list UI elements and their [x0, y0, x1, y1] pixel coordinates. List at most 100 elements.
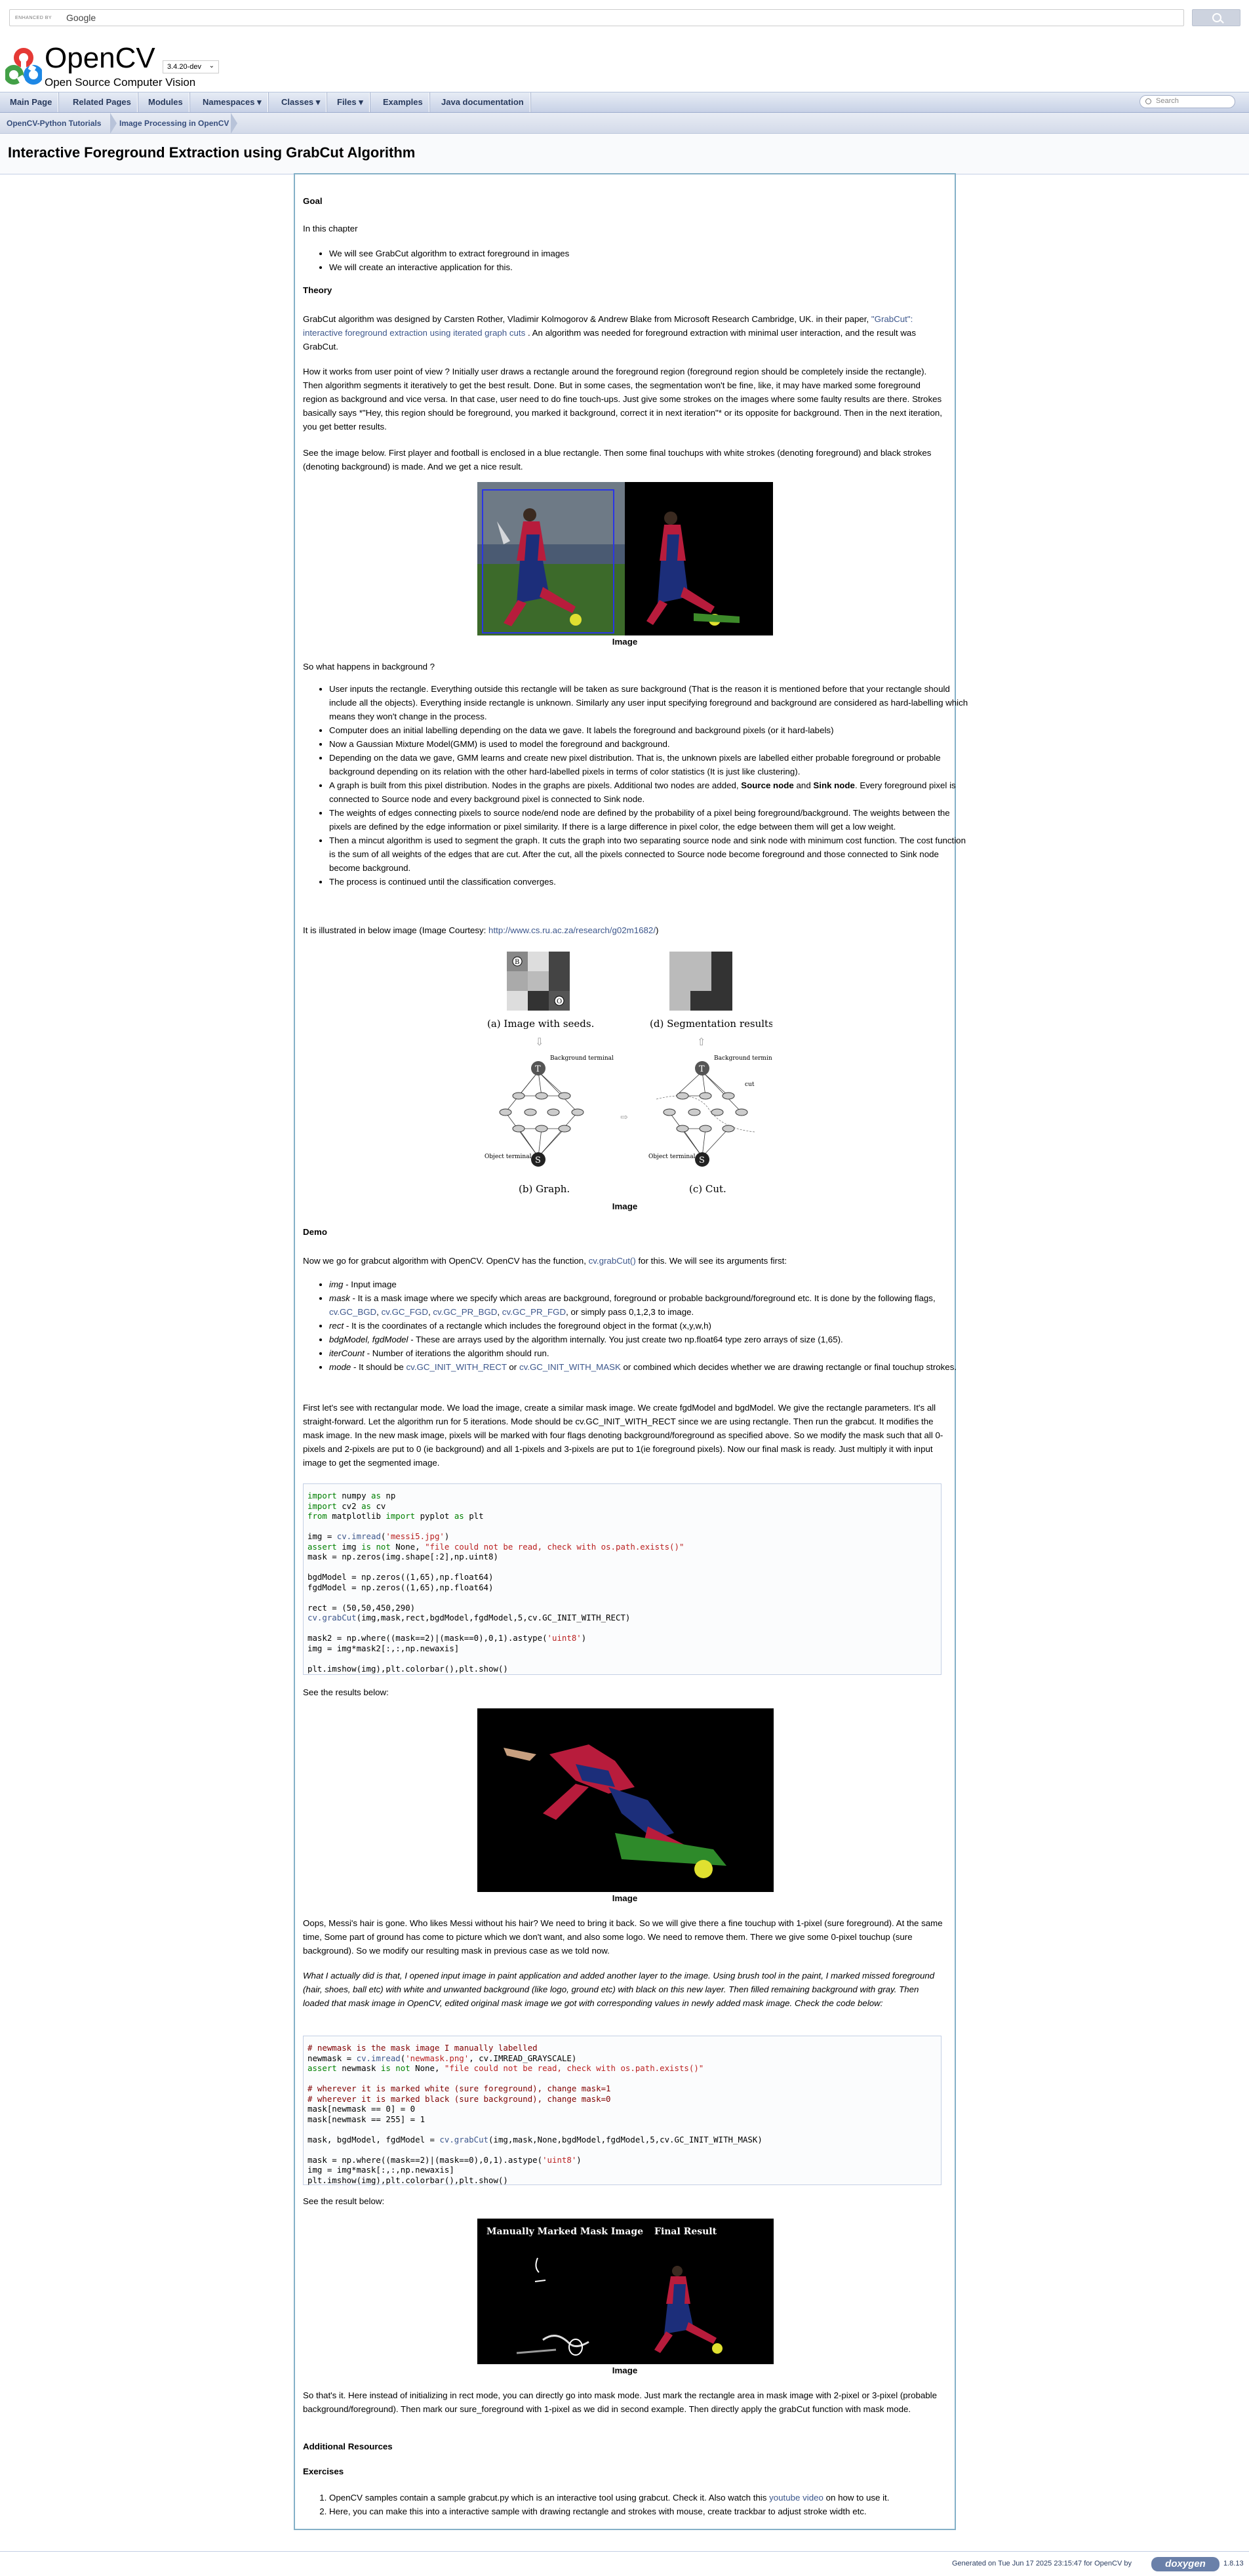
youtube-video-link[interactable]: youtube video — [769, 2493, 823, 2503]
list-item: rect - It is the coordinates of a rectan… — [329, 1319, 972, 1333]
version-select[interactable]: 3.4.20-dev ⌄ — [163, 60, 219, 73]
argument-text: - Number of iterations the algorithm sho… — [364, 1348, 549, 1358]
enhanced-by-label: ENHANCED BY — [15, 16, 52, 20]
list-item: iterCount - Number of iterations the alg… — [329, 1346, 972, 1360]
argument-name: iterCount — [329, 1348, 365, 1358]
flag-link[interactable]: cv.GC_FGD — [382, 1307, 428, 1317]
graph-c-nodes — [663, 1092, 748, 1133]
paragraph-text: for this. We will see its arguments firs… — [635, 1256, 787, 1266]
grabcut-function-link[interactable]: cv.grabCut() — [589, 1256, 636, 1266]
argument-name: img — [329, 1279, 344, 1289]
argument-name: bdgModel, fgdModel — [329, 1335, 408, 1344]
version-value: 3.4.20-dev — [167, 63, 201, 71]
manual-mask-title: Manually Marked Mask Image — [486, 2226, 643, 2237]
demo-paragraph-1: Now we go for grabcut algorithm with Ope… — [303, 1254, 945, 1268]
flag-link[interactable]: cv.GC_PR_BGD — [433, 1307, 497, 1317]
flag-link[interactable]: cv.GC_INIT_WITH_RECT — [406, 1362, 507, 1372]
nav-related-pages[interactable]: Related Pages — [67, 92, 138, 112]
rect-mode-result-illustration — [477, 1708, 774, 1892]
list-item: Now a Gaussian Mixture Model(GMM) is use… — [329, 737, 972, 751]
theory-paragraph-3: See the image below. First player and fo… — [303, 448, 932, 472]
demo-paragraph-2: First let's see with rectangular mode. W… — [303, 1403, 943, 1468]
list-item: img - Input image — [329, 1278, 972, 1291]
flag-link[interactable]: cv.GC_INIT_WITH_MASK — [519, 1362, 621, 1372]
segmentation-result — [669, 952, 732, 1011]
list-text: on how to use it. — [823, 2493, 890, 2503]
title-area: Interactive Foreground Extraction using … — [0, 134, 1249, 174]
page-title: Interactive Foreground Extraction using … — [8, 144, 416, 161]
exercises-list: OpenCV samples contain a sample grabcut.… — [303, 2491, 972, 2518]
grabcut-arguments-list: img - Input image mask - It is a mask im… — [303, 1278, 972, 1374]
argument-name: mode — [329, 1362, 351, 1372]
nav-namespaces[interactable]: Namespaces ▾ — [197, 92, 268, 112]
footer-generated-text: Generated on Tue Jun 17 2025 23:15:47 fo… — [952, 2560, 1132, 2567]
list-item: The process is continued until the class… — [329, 875, 972, 889]
search-icon — [1145, 98, 1151, 104]
nav-java-documentation[interactable]: Java documentation — [435, 92, 530, 112]
demo-paragraph-4: What I actually did is that, I opened in… — [303, 1971, 935, 2008]
nav-examples[interactable]: Examples — [377, 92, 429, 112]
seed-o-label: O — [557, 998, 562, 1005]
argument-text: , or simply pass 0,1,2,3 to image. — [566, 1307, 694, 1317]
nav-classes[interactable]: Classes ▾ — [275, 92, 327, 112]
figure-caption: Image — [612, 637, 638, 647]
goal-list: We will see GrabCut algorithm to extract… — [303, 247, 972, 274]
arrow-down-icon: ⇩ — [535, 1036, 544, 1048]
google-search-button[interactable] — [1192, 9, 1240, 26]
footer: Generated on Tue Jun 17 2025 23:15:47 fo… — [0, 2551, 1249, 2576]
project-name: OpenCV — [45, 42, 155, 74]
nav-search-placeholder: Search — [1156, 97, 1179, 105]
google-search-input[interactable]: ENHANCED BY Google — [9, 9, 1184, 26]
doxygen-logo[interactable]: doxygen — [1151, 2557, 1219, 2571]
background-steps-list: User inputs the rectangle. Everything ou… — [303, 682, 972, 889]
arrow-right-icon: ⇨ — [620, 1112, 628, 1123]
list-item: A graph is built from this pixel distrib… — [329, 778, 972, 806]
seed-b-label: B — [515, 959, 519, 966]
doxygen-version: 1.8.13 — [1223, 2560, 1244, 2567]
code-block-mask-mode: # newmask is the mask image I manually l… — [303, 2036, 942, 2185]
fig-label-a: (a) Image with seeds. — [487, 1018, 594, 1030]
sink-node-term: Sink node — [813, 780, 855, 790]
list-item: Here, you can make this into a interacti… — [329, 2505, 972, 2518]
figure-caption: Image — [612, 1893, 638, 1903]
google-search-bar: ENHANCED BY Google — [0, 0, 1249, 38]
breadcrumb-tutorials[interactable]: OpenCV-Python Tutorials — [7, 113, 101, 134]
list-text: A graph is built from this pixel distrib… — [329, 780, 742, 790]
list-item: Computer does an initial labelling depen… — [329, 723, 972, 737]
terminal-t-label-c: T — [699, 1064, 705, 1074]
flag-link[interactable]: cv.GC_PR_FGD — [502, 1307, 566, 1317]
nav-files[interactable]: Files ▾ — [331, 92, 370, 112]
paragraph-text: It is illustrated in below image (Image … — [303, 925, 489, 935]
illustration-credit: It is illustrated in below image (Image … — [303, 923, 945, 937]
grabcut-illustration — [477, 482, 773, 635]
argument-text: - It should be — [351, 1362, 406, 1372]
breadcrumb: OpenCV-Python Tutorials Image Processing… — [0, 113, 1249, 134]
list-item: mode - It should be cv.GC_INIT_WITH_RECT… — [329, 1360, 972, 1374]
source-node-term: Source node — [741, 780, 794, 790]
nav-modules[interactable]: Modules — [142, 92, 189, 112]
demo-paragraph-3: Oops, Messi's hair is gone. Who likes Me… — [303, 1918, 943, 1956]
rect-mode-result-image — [477, 1708, 774, 1892]
argument-text: or combined which decides whether we are… — [620, 1362, 957, 1372]
opencv-logo — [5, 48, 42, 85]
terminal-s-label: S — [535, 1156, 541, 1165]
breadcrumb-image-processing[interactable]: Image Processing in OpenCV — [119, 113, 229, 134]
terminal-t-label: T — [535, 1064, 541, 1074]
mask-mode-result-image: Manually Marked Mask Image Final Result — [477, 2219, 774, 2364]
image-courtesy-link[interactable]: http://www.cs.ru.ac.za/research/g02m1682… — [488, 925, 656, 935]
argument-text: - It is the coordinates of a rectangle w… — [344, 1321, 711, 1331]
paragraph-text: ) — [656, 925, 659, 935]
final-result-title: Final Result — [654, 2226, 717, 2237]
nav-main-page[interactable]: Main Page — [4, 92, 59, 112]
graphcut-diagram: B O (a) Image with seeds. (d) Segmentati… — [485, 952, 772, 1195]
object-terminal-label: Object terminal — [485, 1154, 532, 1160]
exercises-heading: Exercises — [303, 2466, 344, 2476]
main-navbar: Main Page Related Pages Modules Namespac… — [0, 92, 1249, 113]
flag-link[interactable]: cv.GC_BGD — [329, 1307, 376, 1317]
list-item: The weights of edges connecting pixels t… — [329, 806, 972, 834]
argument-text: - These are arrays used by the algorithm… — [408, 1335, 843, 1344]
figure-caption: Image — [612, 2365, 638, 2375]
nav-search-input[interactable]: Search — [1140, 95, 1235, 108]
demo-paragraph-5: So that's it. Here instead of initializi… — [303, 2390, 938, 2414]
list-text: and — [793, 780, 814, 790]
